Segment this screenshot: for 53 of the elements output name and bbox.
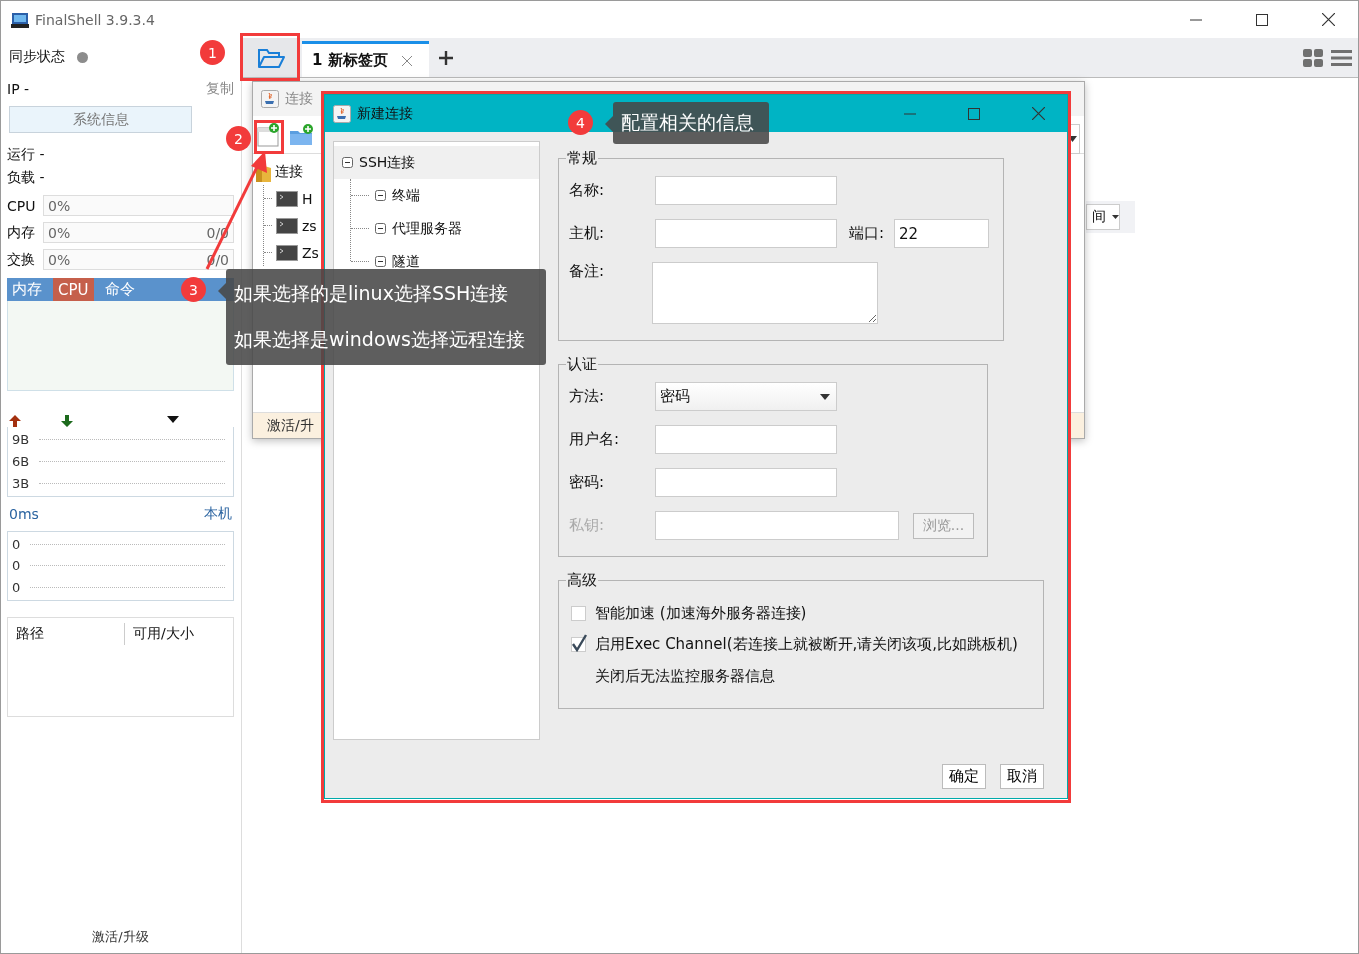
axis-tick: 9B — [12, 432, 30, 448]
meter-label: CPU — [7, 197, 37, 214]
field-label: 主机: — [569, 224, 606, 243]
field-label: 方法: — [569, 387, 606, 406]
step-badge: 2 — [226, 126, 251, 151]
group-title: 常规 — [566, 149, 598, 168]
axis-tick: 0 — [12, 579, 21, 595]
axis-tick: 6B — [12, 454, 30, 469]
host-label: 本机 — [204, 505, 232, 523]
field-label: 名称: — [569, 181, 606, 200]
sync-status-label: 同步状态 — [9, 48, 65, 66]
tree-label: 隧道 — [392, 252, 420, 271]
field-label: 备注: — [569, 262, 606, 281]
axis-tick: 0 — [12, 537, 21, 553]
uptime-label: 运行 - — [7, 144, 46, 164]
tab-label: 1 新标签页 — [312, 51, 388, 70]
tree-label: 代理服务器 — [392, 219, 462, 238]
load-label: 负载 - — [7, 167, 46, 187]
dropdown-value: 密码 — [660, 387, 690, 406]
group-title: 高级 — [566, 571, 598, 590]
meter-label: 内存 — [7, 223, 36, 242]
column-header: 可用/大小 — [124, 623, 202, 645]
tree-label: SSH连接 — [359, 153, 416, 172]
dialog-title: 新建连接 — [357, 104, 413, 123]
tree-label: 连接 — [275, 162, 303, 181]
tree-label: Zs — [302, 244, 319, 261]
field-label: 密码: — [569, 473, 606, 492]
field-label: 端口: — [849, 224, 885, 243]
axis-tick: 0 — [12, 558, 21, 574]
hint-text: 关闭后无法监控服务器信息 — [594, 665, 776, 687]
tree-label: H — [302, 190, 313, 207]
ip-label: IP - — [7, 81, 30, 97]
checkbox-label: 智能加速 (加速海外服务器连接) — [595, 604, 807, 623]
checkbox-label: 启用Exec Channel(若连接上就被断开,请关闭该项,比如跳板机) — [595, 635, 1018, 654]
step-badge: 1 — [200, 40, 225, 65]
field-label: 用户名: — [569, 430, 621, 449]
tree-label: 终端 — [392, 186, 420, 205]
axis-tick: 3B — [12, 475, 30, 491]
dropdown-value: 间 — [1092, 208, 1106, 226]
callout-text: 配置相关的信息 — [621, 110, 755, 135]
tree-label: zs — [302, 217, 317, 234]
group-title: 认证 — [566, 355, 598, 374]
callout-text: 如果选择是windows选择远程连接 — [234, 327, 526, 352]
meter-reading: 0% — [48, 197, 71, 214]
field-label: 私钥: — [569, 516, 606, 535]
meter-reading: 0% — [48, 224, 71, 241]
column-header: 路径 — [15, 624, 45, 643]
window-title: 连接 — [285, 90, 313, 108]
callout-text: 如果选择的是linux选择SSH连接 — [234, 281, 510, 306]
latency-label: 0ms — [9, 506, 39, 522]
window-title: FinalShell 3.9.3.4 — [35, 11, 155, 28]
meter-label: 交换 — [7, 250, 36, 269]
meter-reading: 0% — [48, 251, 71, 268]
